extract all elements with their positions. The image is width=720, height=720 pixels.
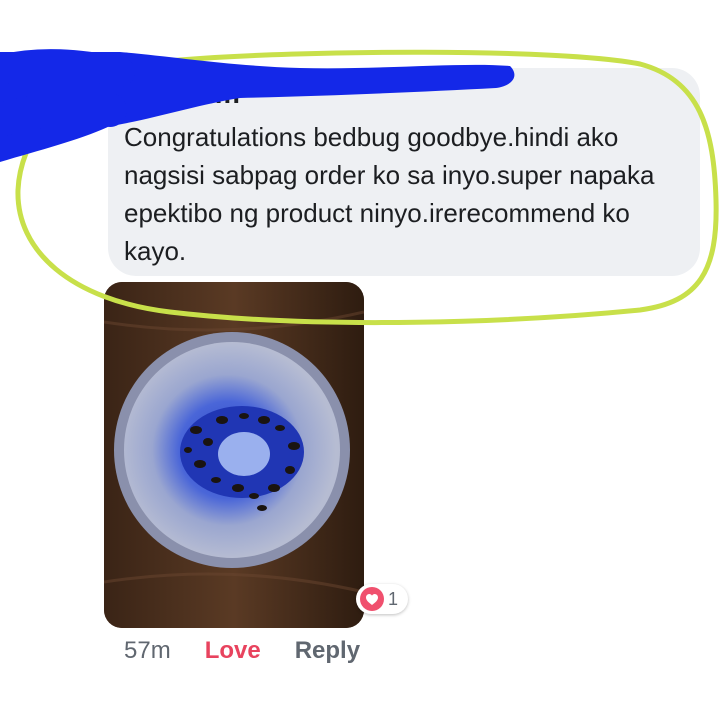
photo-bedbugs-in-cup xyxy=(104,282,364,628)
reply-button[interactable]: Reply xyxy=(295,637,360,665)
comment-author-name[interactable]: i d C till xyxy=(130,78,241,110)
comment-timestamp[interactable]: 57m xyxy=(124,637,171,665)
heart-icon xyxy=(360,587,384,611)
comment-photo[interactable] xyxy=(104,282,364,628)
comment-actions: 57m Love Reply xyxy=(124,636,360,666)
love-button[interactable]: Love xyxy=(205,637,261,665)
comment-screenshot: i d C till Congratulations bedbug goodby… xyxy=(0,52,720,668)
reaction-badge[interactable]: 1 xyxy=(356,584,409,614)
comment-text: Congratulations bedbug goodbye.hindi ako… xyxy=(124,122,655,266)
reaction-count: 1 xyxy=(388,588,399,609)
